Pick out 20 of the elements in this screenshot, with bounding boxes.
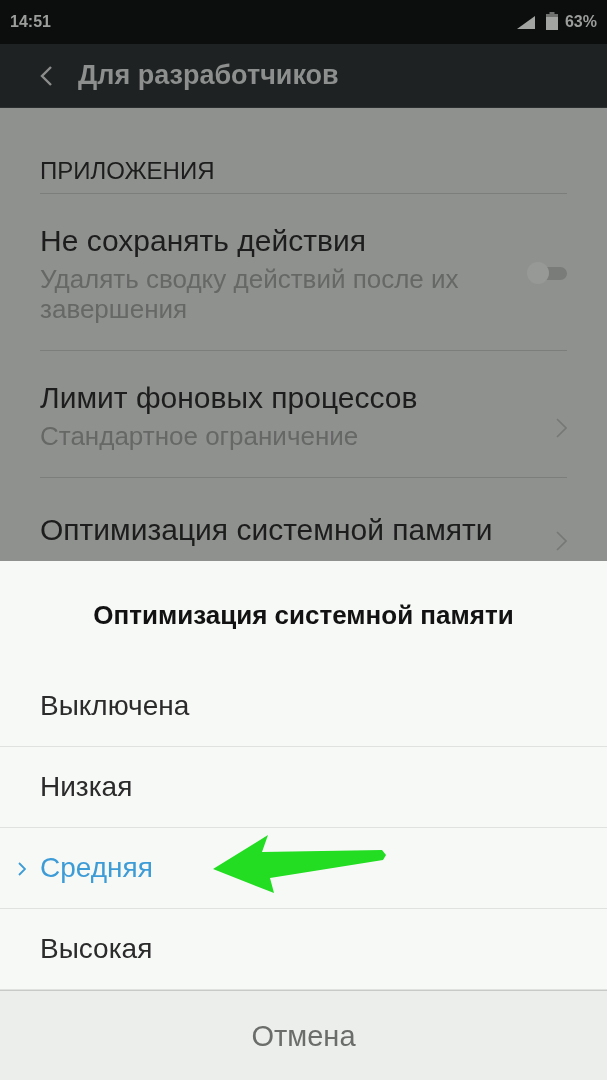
battery-percent: 63% [564,12,597,32]
back-icon [40,65,52,86]
section-header: ПРИЛОЖЕНИЯ [40,156,216,186]
dialog-title: Оптимизация системной памяти [93,600,514,630]
signal-icon [516,15,535,29]
selected-chevron-icon [18,862,26,876]
dialog-option[interactable]: Выключена [40,690,190,722]
setting-title: Оптимизация системной памяти [40,514,494,546]
setting-title: Не сохранять действия [40,225,367,257]
chevron-right-icon [556,531,567,551]
screen-title: Для разработчиков [78,59,339,93]
dialog-option[interactable]: Высокая [40,933,153,965]
toggle-switch[interactable] [527,261,569,284]
dialog-option[interactable]: Низкая [40,771,133,803]
back-button[interactable] [38,64,54,87]
chevron-right-icon [556,417,567,438]
setting-title: Лимит фоновых процессов [40,382,419,414]
battery-icon [545,12,558,30]
status-time: 14:51 [10,12,51,32]
cancel-button[interactable]: Отмена [243,1019,364,1053]
